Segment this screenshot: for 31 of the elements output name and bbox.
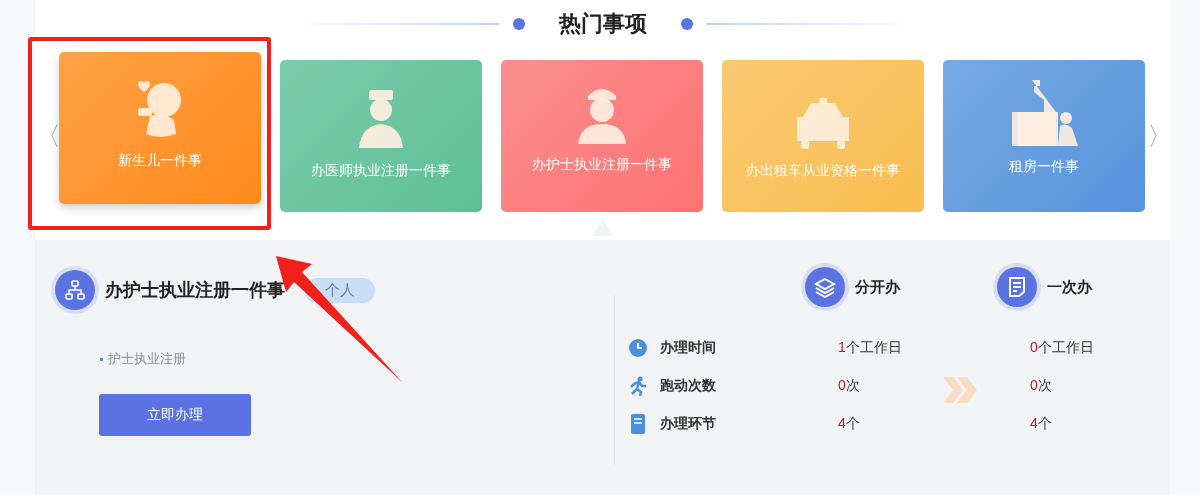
service-card[interactable]: 办出租车从业资格一件事 [722,60,924,212]
section-title: 热门事项 [558,10,647,38]
chevrons-icon [943,377,977,403]
service-card[interactable]: 办医师执业注册一件事 [280,60,482,212]
service-card[interactable]: 租房一件事 [943,60,1145,212]
detail-title: 办护士执业注册一件事 [105,279,285,302]
value-text: 4个 [1030,415,1052,431]
previous-button[interactable]: 〈 [35,118,57,154]
row-label: 办理时间 [660,338,717,357]
runner-icon [628,375,647,396]
column-label: 分开办 [855,277,900,297]
row-label: 跑动次数 [660,376,717,395]
value-text: 0次 [1030,377,1052,393]
row-label: 办理环节 [660,414,717,433]
title-dot [512,18,525,30]
service-card[interactable]: 新生儿一件事 [59,52,261,204]
value-text: 0次 [838,377,860,393]
next-button[interactable]: 〉 [1147,118,1169,154]
value-text: 4个 [838,415,860,431]
clock-icon [628,338,647,357]
value-text: 0个工作日 [1030,339,1094,355]
value-text: 1个工作日 [838,339,902,355]
hierarchy-icon [55,270,95,310]
layers-icon [814,276,836,298]
document-icon [1008,276,1026,298]
service-card[interactable]: 办护士执业注册一件事 [501,60,703,212]
column-label: 一次办 [1047,277,1092,297]
title-dot [680,18,693,30]
apply-button[interactable]: 立即办理 [99,394,251,436]
form-icon [630,413,645,434]
item-text: 护士执业注册 [100,350,614,368]
